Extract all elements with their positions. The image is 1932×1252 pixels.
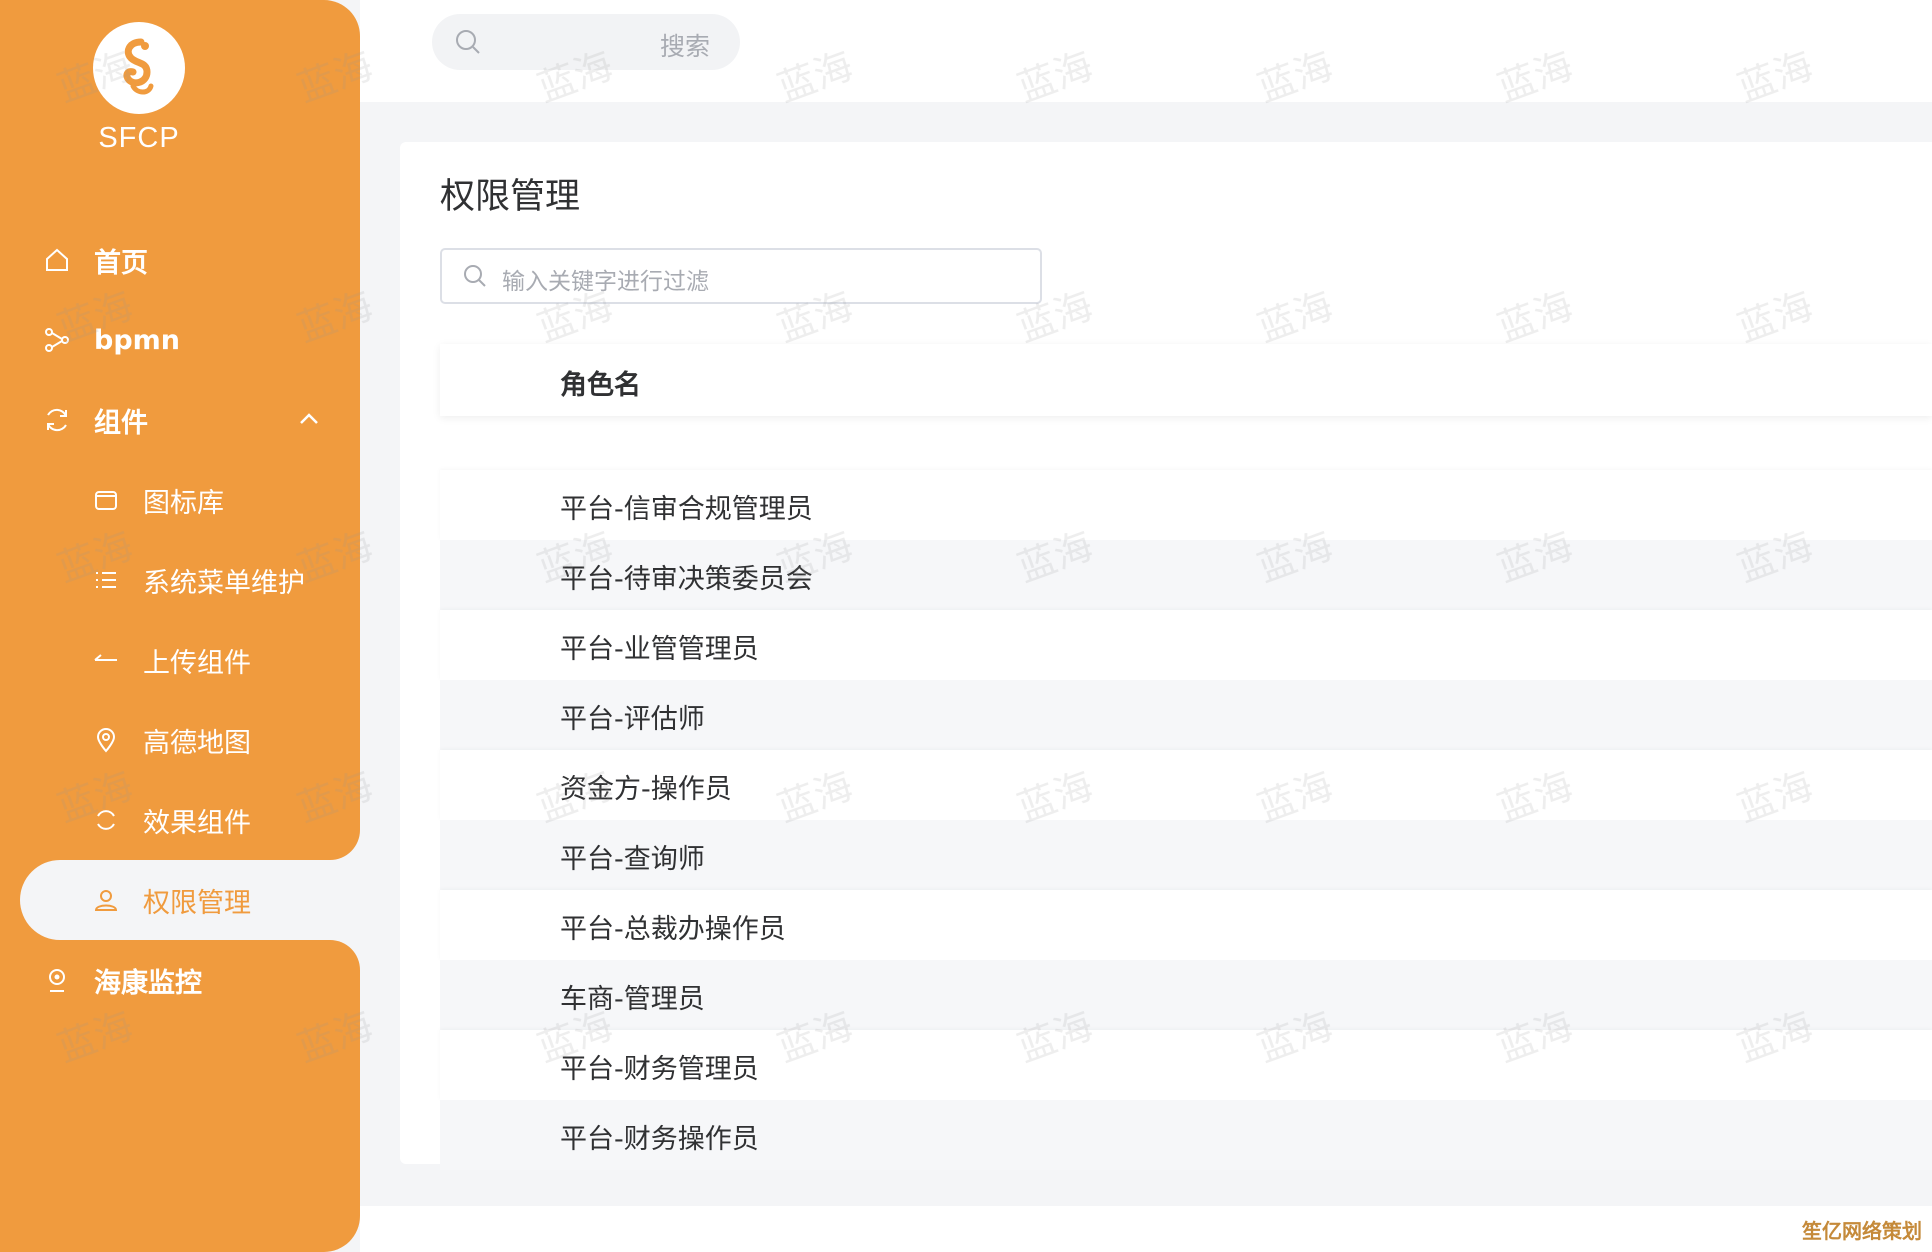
table-row[interactable]: 平台-评估师 xyxy=(440,680,1932,750)
sidebar-item-upload[interactable]: 上传组件 xyxy=(0,620,360,700)
column-header-role-name: 角色名 xyxy=(560,370,641,401)
sidebar-item-icon-library[interactable]: 图标库 xyxy=(0,460,360,540)
role-name-cell: 平台-财务操作员 xyxy=(560,1124,759,1155)
role-name-cell: 平台-查询师 xyxy=(560,844,705,875)
refresh-small-icon xyxy=(91,805,121,835)
footer-strip xyxy=(360,1206,1932,1252)
filter-placeholder: 输入关键字进行过滤 xyxy=(502,269,709,295)
table-row[interactable]: 平台-业管管理员 xyxy=(440,610,1932,680)
sidebar: SFCP 首页 bpmn 组件 图标库 系统菜单维护 上传组件 高德地图 效果组… xyxy=(0,0,360,1252)
share-nodes-icon xyxy=(42,325,72,355)
refresh-icon xyxy=(42,405,72,435)
sidebar-item-permissions[interactable]: 权限管理 xyxy=(0,860,360,940)
role-name-cell: 平台-总裁办操作员 xyxy=(560,914,786,945)
table-row[interactable]: 平台-信审合规管理员 xyxy=(440,470,1932,540)
home-icon xyxy=(42,245,72,275)
page-title: 权限管理 xyxy=(440,177,581,217)
table-row[interactable]: 平台-查询师 xyxy=(440,820,1932,890)
sidebar-item-bpmn[interactable]: bpmn xyxy=(0,300,360,380)
role-name-cell: 平台-业管管理员 xyxy=(560,634,759,665)
sidebar-item-label: bpmn xyxy=(94,324,181,356)
user-icon xyxy=(91,885,121,915)
camera-icon xyxy=(42,965,72,995)
window-icon xyxy=(91,485,121,515)
sidebar-item-label: 组件 xyxy=(94,407,148,439)
sidebar-item-home[interactable]: 首页 xyxy=(0,220,360,300)
table-header: 角色名 xyxy=(440,344,1932,416)
role-name-cell: 资金方-操作员 xyxy=(560,774,732,805)
table-row[interactable]: 车商-管理员 xyxy=(440,960,1932,1030)
logo[interactable]: SFCP xyxy=(0,22,278,155)
top-header: 搜索 xyxy=(360,0,1932,102)
sidebar-item-label: 效果组件 xyxy=(143,807,251,839)
role-name-cell: 平台-评估师 xyxy=(560,704,705,735)
table-row[interactable]: 平台-财务操作员 xyxy=(440,1100,1932,1170)
sidebar-item-label: 权限管理 xyxy=(143,887,251,919)
search-input[interactable]: 搜索 xyxy=(432,14,740,70)
search-placeholder: 搜索 xyxy=(659,32,710,61)
content-card: 权限管理 输入关键字进行过滤 角色名 平台-信审合规管理员 平台-待审决策委员会… xyxy=(400,142,1932,1170)
sidebar-item-label: 高德地图 xyxy=(143,727,251,759)
sidebar-item-label: 系统菜单维护 xyxy=(143,567,305,599)
role-name-cell: 车商-管理员 xyxy=(560,984,705,1015)
sidebar-item-menu-maintenance[interactable]: 系统菜单维护 xyxy=(0,540,360,620)
logo-text: SFCP xyxy=(98,122,180,154)
sidebar-item-effects[interactable]: 效果组件 xyxy=(0,780,360,860)
seahorse-logo-icon xyxy=(93,22,185,114)
sidebar-item-components[interactable]: 组件 xyxy=(0,380,360,460)
table-row[interactable]: 平台-财务管理员 xyxy=(440,1030,1932,1100)
table-row[interactable]: 平台-总裁办操作员 xyxy=(440,890,1932,960)
role-name-cell: 平台-待审决策委员会 xyxy=(560,564,813,595)
sidebar-item-label: 海康监控 xyxy=(94,967,202,999)
sidebar-item-hikvision[interactable]: 海康监控 xyxy=(0,940,360,1020)
search-icon xyxy=(462,263,488,293)
chevron-up-icon[interactable] xyxy=(298,406,320,437)
sidebar-item-label: 图标库 xyxy=(143,487,224,519)
table-row[interactable]: 资金方-操作员 xyxy=(440,750,1932,820)
table-row[interactable]: 平台-待审决策委员会 xyxy=(440,540,1932,610)
sidebar-item-label: 首页 xyxy=(94,247,148,279)
filter-input[interactable]: 输入关键字进行过滤 xyxy=(440,248,1042,304)
location-pin-icon xyxy=(91,725,121,755)
list-icon xyxy=(91,565,121,595)
sidebar-item-label: 上传组件 xyxy=(143,647,251,679)
back-arrow-icon xyxy=(91,645,121,675)
role-name-cell: 平台-信审合规管理员 xyxy=(560,494,813,525)
corner-watermark: 笙亿网络策划 xyxy=(1802,1219,1922,1243)
role-name-cell: 平台-财务管理员 xyxy=(560,1054,759,1085)
search-icon xyxy=(454,28,482,60)
sidebar-item-amap[interactable]: 高德地图 xyxy=(0,700,360,780)
